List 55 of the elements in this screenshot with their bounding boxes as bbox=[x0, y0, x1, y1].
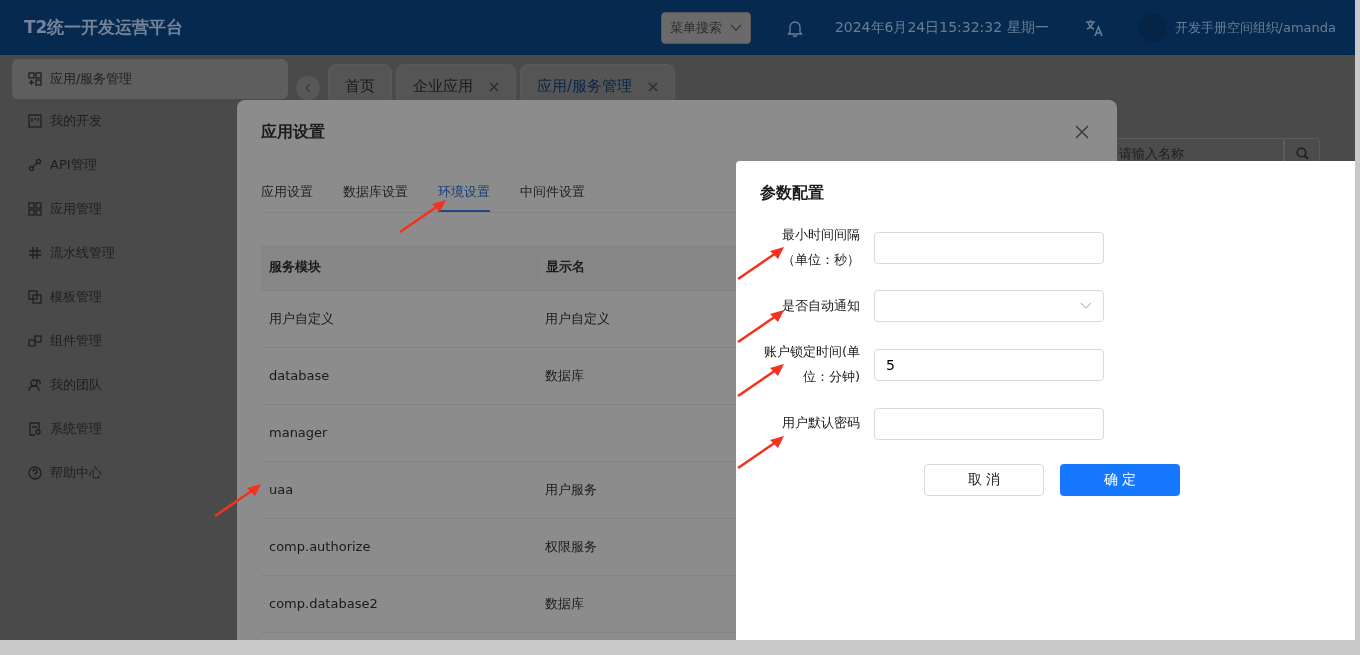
copy-icon bbox=[28, 290, 42, 304]
link-icon bbox=[28, 158, 42, 172]
close-icon[interactable] bbox=[1075, 125, 1089, 139]
translate-icon[interactable] bbox=[1084, 18, 1103, 37]
table-cell-text: 权限服务 bbox=[545, 537, 597, 556]
select-field[interactable] bbox=[874, 290, 1104, 323]
close-icon[interactable] bbox=[489, 81, 499, 92]
table-cell-text: 数据库 bbox=[545, 366, 584, 385]
scrollbar[interactable] bbox=[0, 640, 1360, 655]
scrollbar[interactable] bbox=[1355, 0, 1360, 640]
field-label: 账户锁定时间(单位：分钟) bbox=[762, 343, 861, 387]
chevron-left-icon bbox=[304, 83, 312, 93]
document-icon bbox=[28, 422, 42, 436]
table-cell: 用户自定义 bbox=[269, 310, 334, 326]
dialog-title: 应用设置 bbox=[261, 121, 325, 143]
column-header: 服务模块 bbox=[268, 258, 322, 277]
table-cell: comp.authorize bbox=[269, 538, 371, 554]
field-label: 是否自动通知 bbox=[781, 297, 861, 316]
field-label: 用户默认密码 bbox=[781, 414, 861, 433]
table-cell: manager bbox=[269, 424, 328, 440]
table-cell-text: 用户自定义 bbox=[545, 309, 610, 328]
input-field[interactable]: 5 bbox=[874, 349, 1104, 382]
dialog-title: 参数配置 bbox=[760, 182, 825, 204]
grid-icon bbox=[28, 202, 42, 216]
user-name[interactable]: 开发手册空间组织/amanda bbox=[1174, 17, 1336, 38]
hash-icon bbox=[28, 246, 42, 260]
board-icon bbox=[28, 114, 42, 128]
menu-search-select[interactable]: 菜单搜索 bbox=[660, 11, 751, 44]
search-icon bbox=[1295, 146, 1309, 160]
chevron-down-icon bbox=[729, 23, 742, 32]
input-field[interactable] bbox=[874, 407, 1104, 440]
grid-plus-icon bbox=[28, 72, 42, 86]
datetime-text: 2024年6月24日15:32:32 星期一 bbox=[834, 18, 1049, 37]
help-icon bbox=[28, 466, 42, 480]
cancel-button[interactable]: 取 消 bbox=[924, 463, 1044, 496]
table-cell-text: 用户服务 bbox=[545, 480, 597, 499]
blocks-icon bbox=[28, 334, 42, 348]
people-icon bbox=[28, 378, 42, 392]
table-cell: database bbox=[269, 367, 330, 383]
dialog-tab[interactable]: 中间件设置 bbox=[520, 180, 585, 212]
close-icon[interactable] bbox=[648, 81, 659, 92]
app-title: T2统一开发运营平台 bbox=[24, 15, 184, 39]
input-field[interactable] bbox=[874, 231, 1104, 264]
confirm-button[interactable]: 确 定 bbox=[1060, 463, 1180, 496]
chevron-down-icon bbox=[1080, 302, 1092, 311]
table-cell: comp.database2 bbox=[269, 595, 378, 611]
bell-icon[interactable] bbox=[786, 18, 803, 37]
dialog-tab[interactable]: 数据库设置 bbox=[343, 180, 408, 212]
column-header: 显示名 bbox=[546, 258, 585, 277]
dialog-tab[interactable]: 应用设置 bbox=[261, 180, 313, 212]
table-cell: uaa bbox=[269, 481, 294, 497]
sidebar-item[interactable]: 应用/服务管理 bbox=[12, 59, 288, 99]
table-cell-text: 数据库 bbox=[545, 594, 584, 613]
field-label: 最小时间间隔（单位：秒） bbox=[781, 226, 861, 269]
back-button[interactable] bbox=[296, 76, 320, 100]
